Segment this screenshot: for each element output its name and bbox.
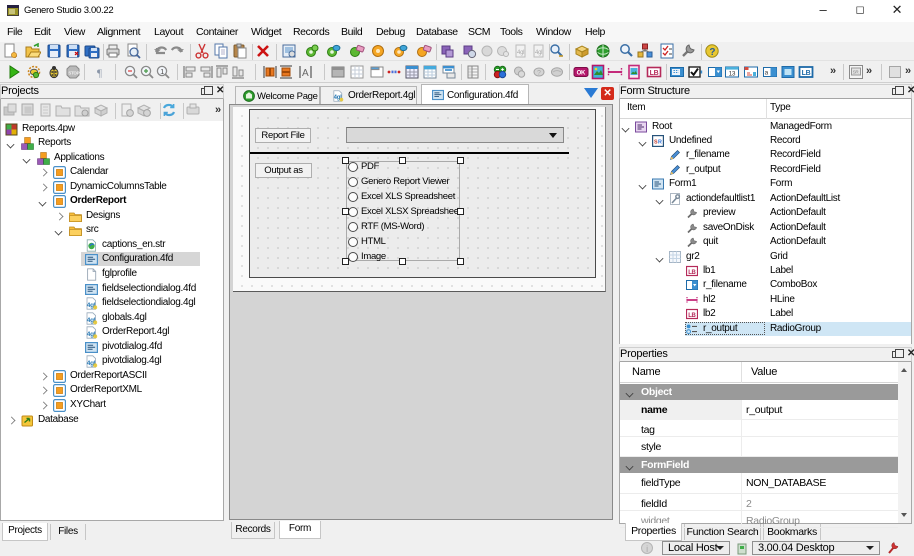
svg-text:LB: LB [650,70,659,77]
svg-text:LB: LB [688,313,696,319]
svg-text:LB: LB [802,70,811,77]
svg-text:OK: OK [577,71,586,77]
svg-text:1: 1 [160,69,164,76]
svg-text:A: A [302,68,309,79]
svg-text:SR: SR [853,70,860,75]
svg-text:¶: ¶ [97,68,102,80]
svg-text:R: R [658,139,662,145]
svg-text:4gl: 4gl [535,50,542,56]
svg-text:4gl: 4gl [517,50,524,56]
svg-text:13: 13 [729,71,736,78]
svg-text:LB: LB [688,270,696,276]
svg-text:STOP: STOP [68,70,79,75]
svg-text:?: ? [709,47,715,58]
svg-text:?: ? [537,70,541,77]
